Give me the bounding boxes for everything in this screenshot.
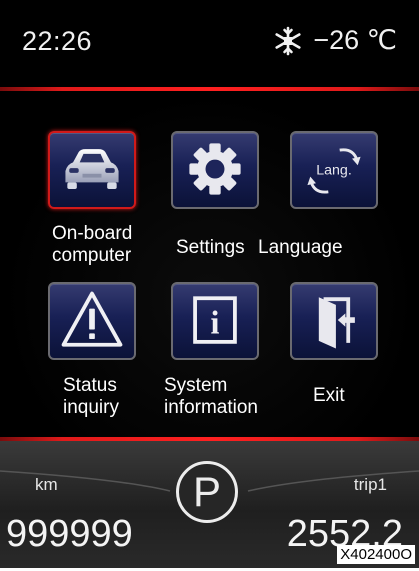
- sysinfo-label-line2: information: [164, 397, 258, 418]
- onboard-label-line2: computer: [52, 245, 132, 266]
- exit-button[interactable]: [290, 282, 378, 360]
- main-menu: Lang. On-board computer Settings Languag…: [0, 91, 419, 437]
- onboard-label-line1: On-board: [52, 223, 133, 244]
- trip-label: trip1: [353, 475, 387, 494]
- temperature-display: −26 ℃: [273, 25, 397, 56]
- odometer-value: 999999: [6, 513, 133, 555]
- status-bar: 22:26 −26 ℃: [0, 0, 419, 88]
- car-icon: [65, 149, 119, 189]
- info-icon-text: i: [211, 304, 220, 340]
- temperature-value: −26 ℃: [313, 25, 397, 55]
- system-information-button[interactable]: i: [171, 282, 259, 360]
- snowflake-icon: [275, 26, 301, 55]
- status-inquiry-button[interactable]: [48, 282, 136, 360]
- status-label-line2: inquiry: [63, 397, 119, 418]
- info-icon: i: [193, 296, 237, 344]
- warning-icon: [61, 291, 123, 347]
- settings-button[interactable]: [171, 131, 259, 209]
- status-label-line1: Status: [63, 375, 117, 396]
- exit-door-icon: [318, 297, 355, 349]
- system-information-label: System information: [164, 375, 258, 419]
- language-icon: Lang.: [307, 148, 361, 194]
- onboard-computer-button[interactable]: [48, 131, 136, 209]
- figure-code: X402400O: [337, 545, 415, 564]
- exit-label: Exit: [313, 385, 345, 406]
- sysinfo-label-line1: System: [164, 375, 228, 396]
- gear-icon: [189, 143, 241, 195]
- settings-label: Settings: [176, 237, 245, 258]
- clock: 22:26: [22, 26, 93, 56]
- instrument-display: 22:26 −26 ℃ Lang. On-board computer Sett…: [0, 0, 419, 568]
- onboard-computer-label: On-board computer: [52, 223, 132, 267]
- language-button[interactable]: Lang.: [290, 131, 378, 209]
- gear-indicator: P: [176, 461, 238, 523]
- status-inquiry-label: Status inquiry: [63, 375, 119, 419]
- language-icon-text: Lang.: [316, 163, 352, 179]
- odometer-unit: km: [35, 475, 58, 494]
- language-label: Language: [258, 237, 343, 258]
